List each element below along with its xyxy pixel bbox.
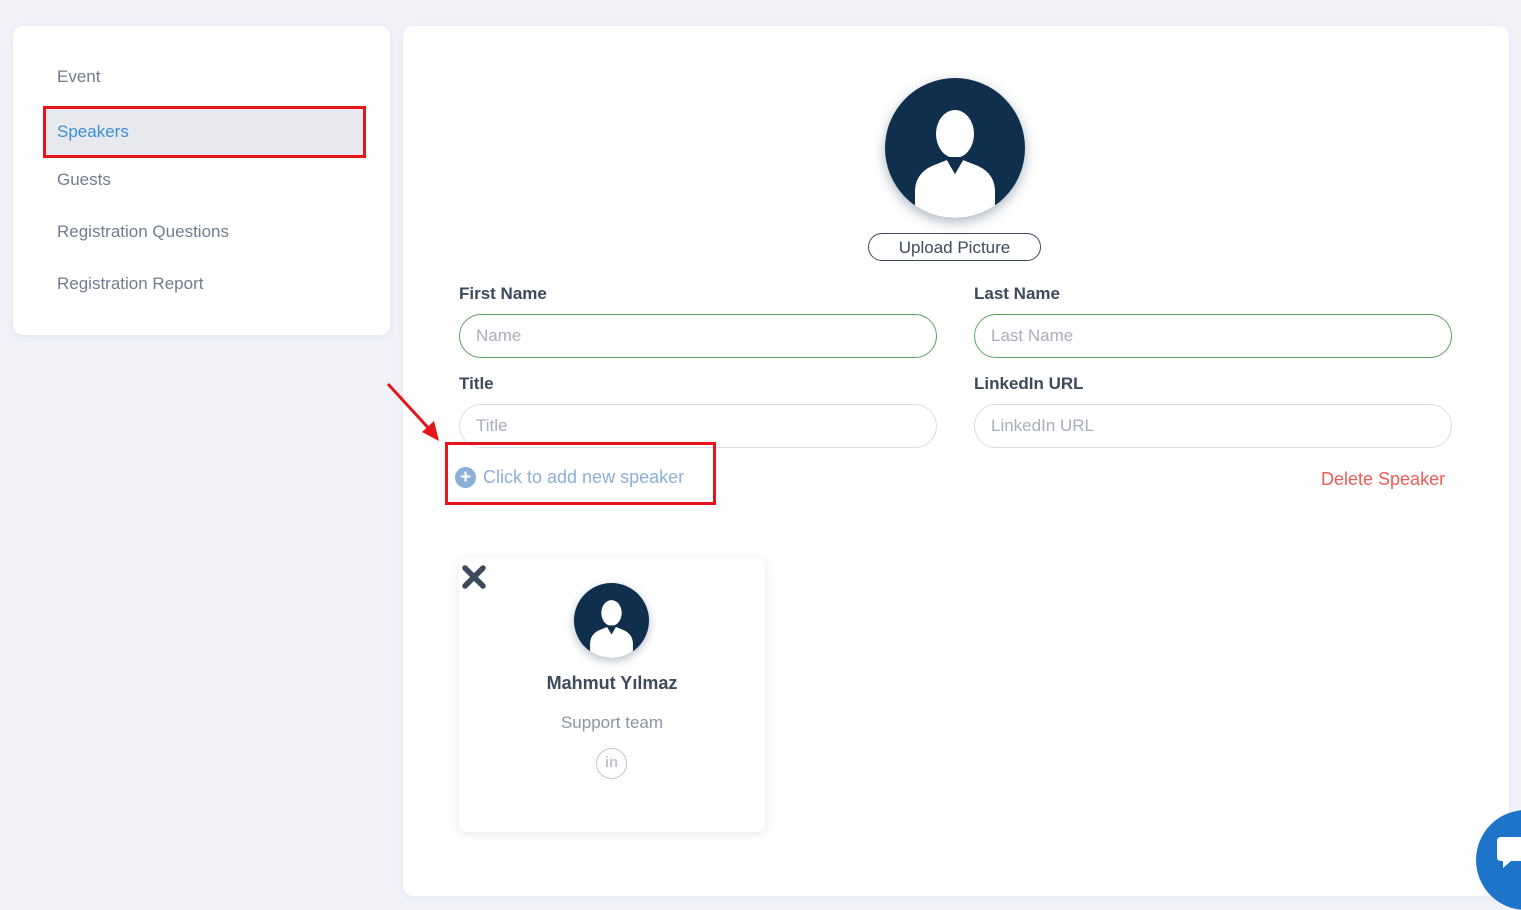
first-name-input[interactable]: [459, 314, 937, 358]
speaker-name: Mahmut Yılmaz: [546, 673, 678, 693]
linkedin-url-label: LinkedIn URL: [974, 374, 1084, 393]
close-icon[interactable]: [461, 564, 487, 590]
sidebar-item-speakers[interactable]: Speakers: [43, 106, 366, 158]
delete-speaker-button[interactable]: Delete Speaker: [1321, 469, 1445, 490]
sidebar-nav: Event Speakers Guests Registration Quest…: [13, 26, 390, 335]
add-new-speaker-label: Click to add new speaker: [483, 467, 685, 487]
linkedin-url-input[interactable]: [974, 404, 1452, 448]
sidebar-item-registration-report[interactable]: Registration Report: [57, 274, 203, 294]
sidebar-item-label: Speakers: [57, 122, 129, 141]
linkedin-icon[interactable]: in: [596, 748, 627, 779]
title-label: Title: [459, 374, 494, 393]
user-silhouette-icon: [915, 110, 995, 218]
last-name-label: Last Name: [974, 284, 1060, 303]
sidebar-item-registration-questions[interactable]: Registration Questions: [57, 222, 229, 242]
add-new-speaker-button[interactable]: + Click to add new speaker: [455, 467, 684, 488]
annotation-arrow-icon: [386, 382, 439, 441]
sidebar-item-event[interactable]: Event: [57, 67, 100, 87]
sidebar-item-guests[interactable]: Guests: [57, 170, 111, 190]
first-name-label: First Name: [459, 284, 547, 303]
chat-bubble-icon: [1497, 837, 1521, 868]
speaker-editor-panel: Upload Picture First Name Last Name Titl…: [403, 26, 1509, 896]
plus-circle-icon: +: [455, 467, 476, 488]
speaker-role: Support team: [560, 713, 664, 732]
speaker-avatar[interactable]: [885, 78, 1025, 218]
user-silhouette-icon: [590, 600, 633, 658]
last-name-input[interactable]: [974, 314, 1452, 358]
speaker-card-avatar: [574, 583, 649, 658]
upload-picture-button[interactable]: Upload Picture: [868, 233, 1041, 261]
speaker-card[interactable]: Mahmut Yılmaz Support team in: [459, 558, 765, 832]
